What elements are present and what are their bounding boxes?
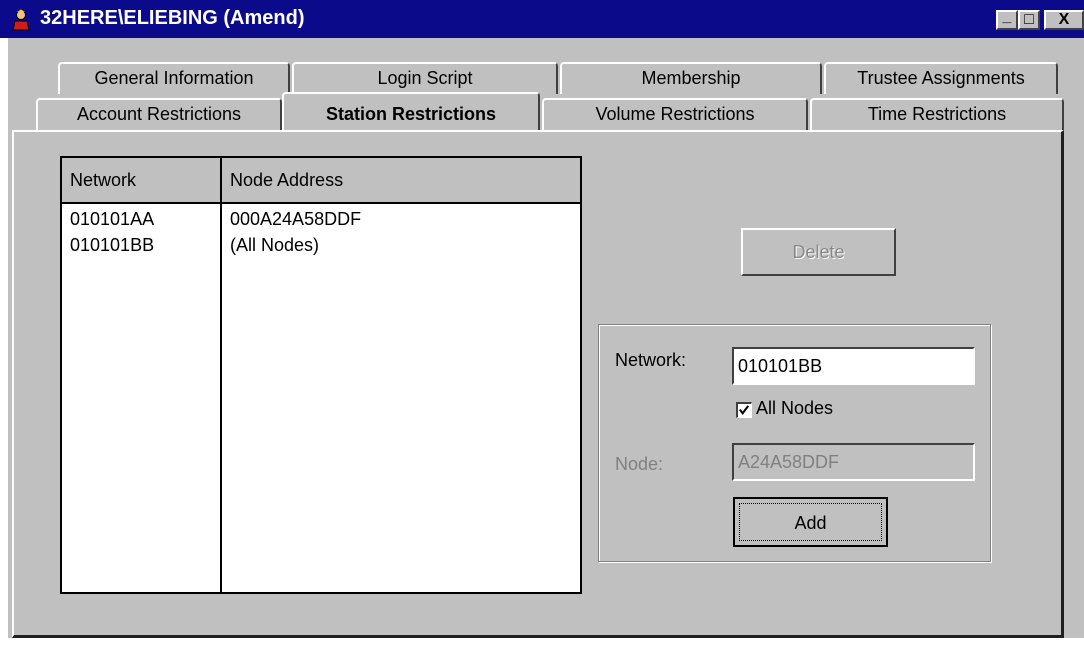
tab-station-restrictions[interactable]: Station Restrictions: [282, 92, 540, 130]
tab-label: Station Restrictions: [325, 104, 497, 124]
add-button[interactable]: Add: [733, 497, 888, 547]
network-cell: 010101BB: [70, 235, 155, 255]
tab-account-restrictions[interactable]: Account Restrictions: [36, 98, 282, 130]
column-header-network[interactable]: Network: [62, 158, 222, 202]
maximize-icon: □: [1024, 11, 1034, 28]
tab-volume-restrictions[interactable]: Volume Restrictions: [542, 98, 808, 130]
title-bar[interactable]: 32HERE\ELIEBING (Amend) _ □ X: [0, 0, 1084, 38]
tab-label: Trustee Assignments: [857, 68, 1025, 88]
tab-login-script[interactable]: Login Script: [292, 62, 558, 94]
tab-label: Volume Restrictions: [595, 104, 755, 124]
close-icon: X: [1058, 11, 1070, 28]
all-nodes-label[interactable]: All Nodes: [756, 398, 833, 419]
tab-general-information[interactable]: General Information: [58, 62, 290, 94]
window-title: 32HERE\ELIEBING (Amend): [40, 7, 305, 29]
list-header: Network Node Address: [62, 158, 580, 204]
minimize-button[interactable]: _: [996, 8, 1018, 30]
checkmark-icon: [739, 405, 750, 415]
close-button[interactable]: X: [1044, 10, 1084, 30]
network-cell: 010101AA: [70, 209, 155, 229]
user-icon: [12, 9, 30, 31]
node-address-cell: (All Nodes): [230, 235, 320, 255]
node-label: Node:: [615, 454, 664, 474]
network-label: Network:: [615, 350, 687, 370]
node-address-cell: 000A24A58DDF: [230, 209, 362, 229]
tab-label: Membership: [641, 68, 741, 88]
node-field[interactable]: A24A58DDF: [732, 443, 975, 481]
station-list[interactable]: Network Node Address 010101AA 000A24A58D…: [60, 156, 582, 594]
network-field[interactable]: 010101BB: [732, 347, 975, 385]
add-button-label: Add: [739, 503, 882, 541]
tab-label: Account Restrictions: [76, 104, 242, 124]
maximize-button[interactable]: □: [1018, 10, 1040, 30]
delete-button[interactable]: Delete: [741, 228, 896, 276]
tab-label: General Information: [94, 68, 254, 88]
all-nodes-checkbox[interactable]: [736, 402, 752, 418]
tab-label: Login Script: [377, 68, 473, 88]
column-divider: [220, 204, 222, 592]
tab-trustee-assignments[interactable]: Trustee Assignments: [824, 62, 1058, 94]
list-row[interactable]: 010101BB (All Nodes): [62, 232, 580, 258]
tab-time-restrictions[interactable]: Time Restrictions: [810, 98, 1064, 130]
list-row[interactable]: 010101AA 000A24A58DDF: [62, 206, 580, 232]
tab-label: Time Restrictions: [867, 104, 1007, 124]
minimize-icon: _: [1002, 8, 1012, 25]
column-header-node-address[interactable]: Node Address: [222, 158, 580, 202]
tab-membership[interactable]: Membership: [560, 62, 822, 94]
